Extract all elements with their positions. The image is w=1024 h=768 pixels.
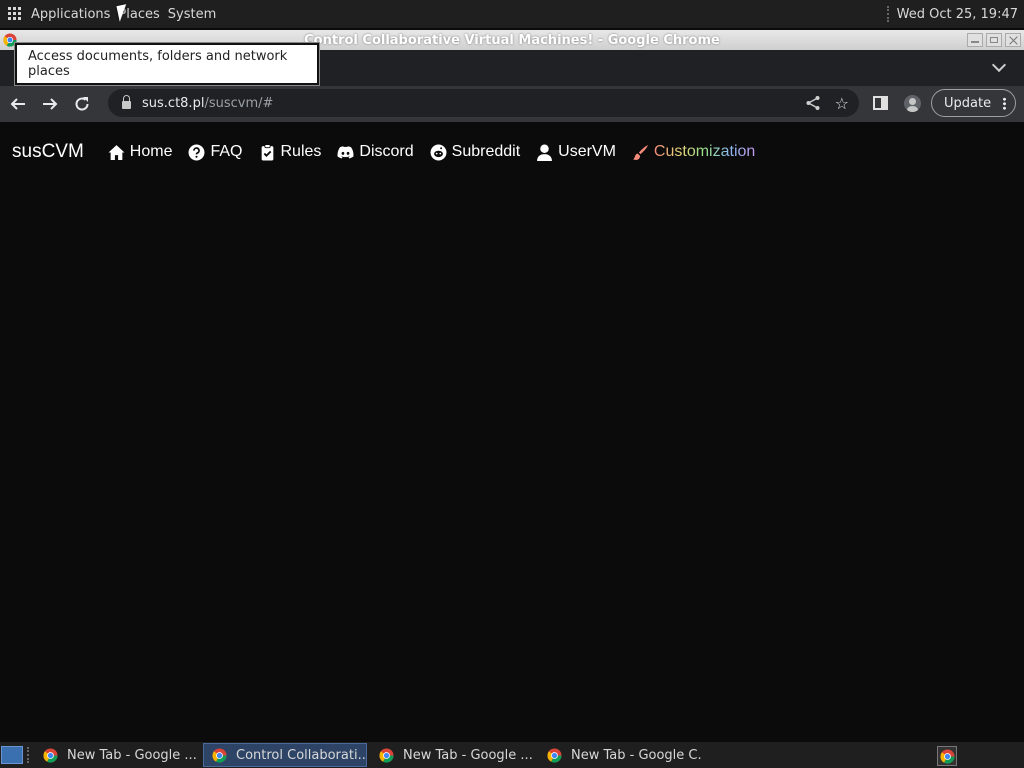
nav-uservm-label: UserVM bbox=[558, 143, 616, 160]
apps-grid-icon[interactable] bbox=[8, 7, 22, 21]
nav-uservm[interactable]: UserVM bbox=[536, 143, 616, 161]
chrome-icon bbox=[547, 747, 562, 763]
url-text[interactable]: sus.ct8.pl/suscvm/# bbox=[142, 96, 273, 111]
lock-icon[interactable] bbox=[122, 95, 131, 109]
taskbar-item-label: New Tab - Google ... bbox=[403, 747, 533, 763]
discord-icon bbox=[337, 145, 354, 159]
url-path: /suscvm/# bbox=[204, 95, 274, 111]
clock[interactable]: Wed Oct 25, 19:47 bbox=[897, 7, 1018, 22]
taskbar-item-label: Control Collaborati... bbox=[236, 747, 367, 763]
nav-subreddit-label: Subreddit bbox=[451, 143, 521, 160]
minimize-button[interactable] bbox=[967, 33, 983, 47]
reload-icon bbox=[75, 97, 89, 111]
maximize-button[interactable] bbox=[986, 33, 1002, 47]
chrome-icon bbox=[939, 748, 955, 764]
taskbar-item-label: New Tab - Google C... bbox=[571, 747, 703, 763]
paintbrush-icon bbox=[632, 144, 648, 160]
close-button[interactable] bbox=[1005, 33, 1021, 47]
chrome-icon bbox=[43, 747, 58, 763]
url-host: sus.ct8.pl bbox=[142, 95, 205, 111]
arrow-left-icon bbox=[10, 98, 25, 110]
side-panel-icon[interactable] bbox=[873, 96, 888, 110]
taskbar-item[interactable]: New Tab - Google ... bbox=[35, 743, 199, 767]
browser-toolbar: sus.ct8.pl/suscvm/# ☆ Update bbox=[0, 86, 1024, 122]
taskbar-item[interactable]: New Tab - Google ... bbox=[371, 743, 535, 767]
show-desktop-button[interactable] bbox=[1, 746, 23, 764]
site-brand[interactable]: susCVM bbox=[12, 141, 84, 163]
places-tooltip: Access documents, folders and network pl… bbox=[14, 42, 320, 86]
forward-button[interactable] bbox=[36, 90, 64, 118]
menu-system[interactable]: System bbox=[168, 5, 216, 24]
nav-discord-label: Discord bbox=[359, 143, 414, 160]
nav-rules-label: Rules bbox=[280, 143, 322, 160]
top-panel: Applications Places System Wed Oct 25, 1… bbox=[0, 0, 1024, 28]
arrow-right-icon bbox=[43, 98, 58, 110]
site-navbar: susCVM Home FAQ Rules Discord Subreddit … bbox=[0, 140, 771, 164]
taskbar-item[interactable]: New Tab - Google C... bbox=[539, 743, 703, 767]
nav-discord[interactable]: Discord bbox=[337, 143, 414, 161]
tab-search-chevron-icon[interactable] bbox=[991, 57, 1007, 73]
nav-rules[interactable]: Rules bbox=[259, 143, 322, 161]
nav-customization[interactable]: Customization bbox=[632, 143, 755, 161]
update-label: Update bbox=[944, 95, 992, 111]
home-icon bbox=[108, 144, 125, 160]
reload-button[interactable] bbox=[68, 90, 96, 118]
more-menu-icon[interactable] bbox=[1003, 97, 1006, 110]
panel-handle[interactable] bbox=[886, 6, 891, 22]
back-button[interactable] bbox=[4, 90, 32, 118]
reddit-icon bbox=[430, 144, 447, 160]
taskbar-handle[interactable] bbox=[27, 747, 31, 763]
user-icon bbox=[537, 144, 553, 161]
question-circle-icon bbox=[189, 144, 205, 160]
chrome-icon bbox=[379, 747, 394, 763]
chrome-icon bbox=[212, 747, 227, 763]
nav-home[interactable]: Home bbox=[108, 143, 173, 161]
nav-faq-label: FAQ bbox=[210, 143, 243, 160]
update-button[interactable]: Update bbox=[931, 89, 1016, 117]
menu-applications[interactable]: Applications bbox=[31, 5, 110, 24]
nav-faq[interactable]: FAQ bbox=[188, 143, 243, 161]
clipboard-check-icon bbox=[261, 143, 273, 160]
taskbar-item-active[interactable]: Control Collaborati... bbox=[203, 743, 367, 767]
nav-subreddit[interactable]: Subreddit bbox=[430, 143, 521, 161]
share-icon[interactable] bbox=[805, 95, 821, 111]
nav-customization-label: Customization bbox=[653, 143, 756, 160]
taskbar-item-label: New Tab - Google ... bbox=[67, 747, 197, 763]
nav-home-label: Home bbox=[129, 143, 173, 160]
bookmark-star-icon[interactable]: ☆ bbox=[835, 94, 849, 113]
page-content: susCVM Home FAQ Rules Discord Subreddit … bbox=[0, 122, 1024, 742]
address-bar[interactable]: sus.ct8.pl/suscvm/# ☆ bbox=[108, 89, 859, 117]
tray-chrome-icon[interactable] bbox=[937, 746, 957, 766]
taskbar: New Tab - Google ... Control Collaborati… bbox=[0, 742, 1024, 768]
profile-avatar-icon[interactable] bbox=[904, 95, 921, 112]
